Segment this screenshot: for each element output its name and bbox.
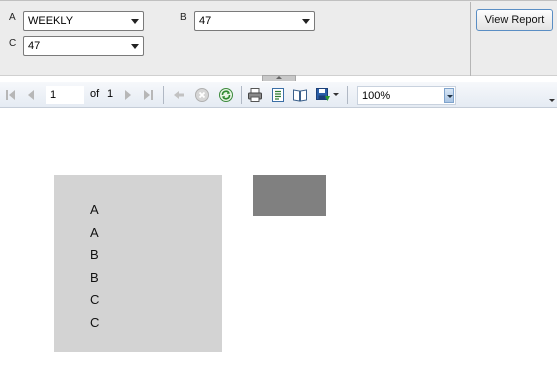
param-b-select[interactable]: 47 bbox=[194, 11, 315, 31]
view-report-button[interactable]: View Report bbox=[476, 9, 553, 31]
parameter-area: A WEEKLY B 47 C 47 View Report bbox=[0, 0, 557, 76]
of-label: of bbox=[90, 88, 100, 100]
param-c-select[interactable]: 47 bbox=[23, 36, 144, 56]
chevron-down-icon bbox=[131, 44, 139, 49]
zoom-select[interactable]: 100% bbox=[357, 86, 456, 105]
param-a-value: WEEKLY bbox=[28, 15, 74, 27]
zoom-dropdown-button[interactable] bbox=[444, 88, 454, 103]
print-layout-icon[interactable] bbox=[270, 87, 286, 103]
total-pages: 1 bbox=[107, 88, 114, 100]
list-item: B bbox=[90, 270, 99, 285]
report-toolbar: 1 of 1 100% bbox=[0, 82, 557, 108]
list-item: C bbox=[90, 315, 100, 330]
param-b-label: B bbox=[180, 12, 187, 23]
toolbar-separator bbox=[241, 86, 242, 104]
list-item: B bbox=[90, 247, 99, 262]
list-box: A A B B C C bbox=[54, 175, 222, 352]
refresh-icon[interactable] bbox=[218, 87, 234, 103]
page-number-input[interactable]: 1 bbox=[46, 86, 84, 104]
next-page-icon[interactable] bbox=[120, 87, 136, 103]
toolbar-separator bbox=[163, 86, 164, 104]
list-item: C bbox=[90, 292, 100, 307]
param-a-select[interactable]: WEEKLY bbox=[23, 11, 144, 31]
stop-icon[interactable] bbox=[194, 87, 210, 103]
param-c-label: C bbox=[9, 38, 17, 49]
report-body: A A B B C C bbox=[0, 109, 557, 369]
collapse-params-handle[interactable] bbox=[262, 75, 296, 81]
chevron-down-icon bbox=[302, 19, 310, 24]
param-a-label: A bbox=[9, 12, 16, 23]
toolbar-overflow-icon[interactable] bbox=[549, 99, 555, 102]
print-icon[interactable] bbox=[247, 87, 263, 103]
last-page-icon[interactable] bbox=[141, 87, 157, 103]
first-page-icon[interactable] bbox=[4, 87, 20, 103]
chevron-down-icon bbox=[131, 19, 139, 24]
param-b-value: 47 bbox=[199, 15, 212, 27]
export-icon[interactable] bbox=[315, 87, 331, 103]
page-setup-icon[interactable] bbox=[292, 87, 308, 103]
toolbar-separator bbox=[347, 86, 348, 104]
gray-rectangle bbox=[253, 175, 326, 216]
params-divider bbox=[470, 2, 471, 76]
prev-page-icon[interactable] bbox=[24, 87, 40, 103]
back-icon[interactable] bbox=[171, 87, 187, 103]
zoom-value: 100% bbox=[362, 90, 391, 102]
param-c-value: 47 bbox=[28, 40, 41, 52]
export-dropdown-icon[interactable] bbox=[333, 93, 339, 96]
list-item: A bbox=[90, 225, 99, 240]
list-item: A bbox=[90, 202, 99, 217]
collapse-arrow-icon bbox=[276, 76, 282, 79]
